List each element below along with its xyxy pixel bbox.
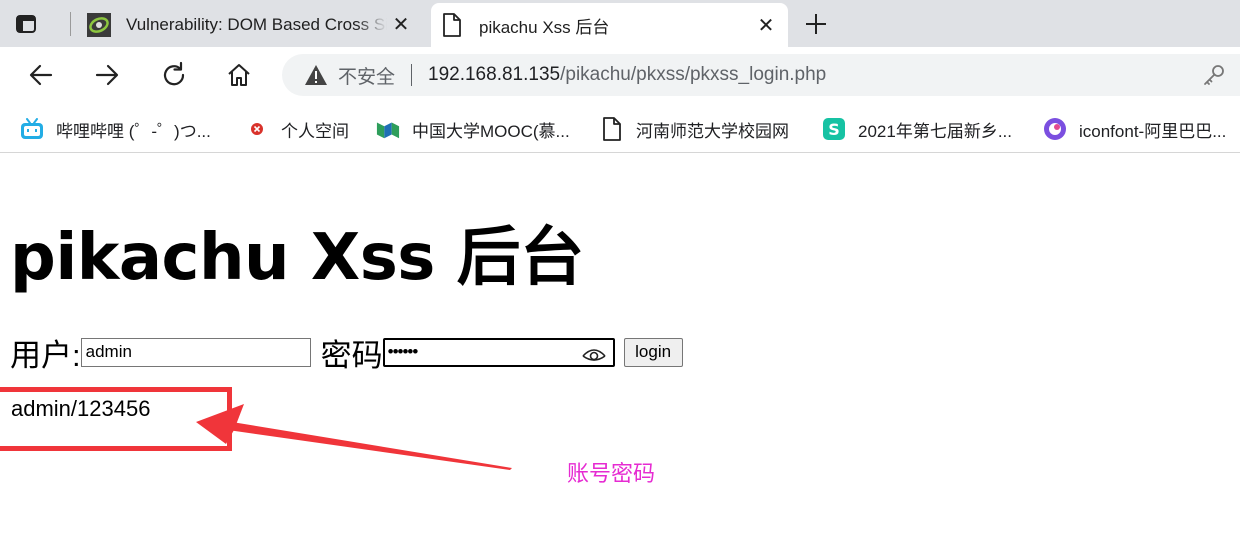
back-button[interactable] [23, 57, 59, 93]
svg-text:S: S [828, 120, 840, 139]
page-content: pikachu Xss 后台 用户: 密码 •••••• login admin… [0, 154, 1240, 536]
tab-pikachu[interactable]: pikachu Xss 后台 ✕ [431, 3, 788, 47]
arrow-left-icon [29, 64, 53, 86]
bookmark-label: iconfont-阿里巴巴... [1079, 121, 1227, 141]
bookmark-label: 2021年第七届新乡... [858, 121, 1012, 141]
bookmark-label: 哔哩哔哩 (゜-゜)つ... [56, 121, 211, 141]
tab-strip: Vulnerability: DOM Based Cross Site Scri… [0, 0, 1240, 47]
tab-actions-button[interactable] [14, 10, 58, 38]
tab-title: pikachu Xss 后台 [479, 17, 610, 37]
bookmark-bilibili[interactable]: 哔哩哔哩 (゜-゜)つ... [20, 113, 211, 145]
bookmark-henan-normal[interactable]: 河南师范大学校园网 [600, 113, 789, 145]
dvwa-icon [86, 12, 112, 38]
plus-icon [806, 14, 826, 34]
close-tab-icon[interactable]: ✕ [387, 11, 415, 39]
reload-button[interactable] [156, 57, 192, 93]
bookmarks-bar: 哔哩哔哩 (゜-゜)つ... 个人空间 中国大学MOOC(慕... 河南师范大学… [0, 105, 1240, 153]
reload-icon [163, 61, 185, 86]
bookmark-iconfont[interactable]: iconfont-阿里巴巴... [1043, 113, 1226, 145]
navigation-toolbar: 不安全 192.168.81.135/pikachu/pkxss/pkxss_l… [0, 47, 1240, 105]
mooc-icon [376, 117, 400, 141]
tab-dvwa[interactable]: Vulnerability: DOM Based Cross Site Scri… [78, 2, 423, 47]
tab-actions-icon [16, 15, 36, 33]
warning-icon[interactable] [304, 63, 328, 87]
address-bar[interactable]: 不安全 192.168.81.135/pikachu/pkxss/pkxss_l… [282, 54, 1240, 96]
close-tab-icon[interactable]: ✕ [752, 11, 780, 39]
bookmark-xinxiang[interactable]: S 2021年第七届新乡... [822, 113, 1012, 145]
url-host: 192.168.81.135 [428, 64, 561, 85]
page-icon [439, 12, 465, 38]
forward-button[interactable] [89, 57, 125, 93]
bookmark-label: 个人空间 [281, 121, 349, 141]
url-path: /pikachu/pkxss/pkxss_login.php [560, 64, 827, 85]
page-icon [600, 117, 624, 141]
home-button[interactable] [221, 57, 257, 93]
annotation-label: 账号密码 [567, 461, 656, 486]
s-app-icon: S [822, 117, 846, 141]
tab-divider [70, 12, 71, 36]
new-tab-button[interactable] [800, 8, 832, 40]
tab-title: Vulnerability: DOM Based Cross Site Scri… [126, 14, 387, 34]
bookmark-personal-space[interactable]: 个人空间 [245, 113, 349, 145]
bilibili-icon [20, 117, 44, 141]
address-divider [411, 64, 413, 86]
home-icon [228, 64, 250, 86]
iconfont-icon [1043, 117, 1067, 141]
security-status[interactable]: 不安全 [338, 62, 395, 89]
key-icon[interactable] [1202, 63, 1226, 87]
red-dot-icon [245, 117, 269, 141]
bookmark-label: 中国大学MOOC(慕... [412, 121, 570, 141]
bookmark-mooc[interactable]: 中国大学MOOC(慕... [376, 113, 570, 145]
bookmark-label: 河南师范大学校园网 [636, 121, 789, 141]
arrow-right-icon [95, 64, 119, 86]
